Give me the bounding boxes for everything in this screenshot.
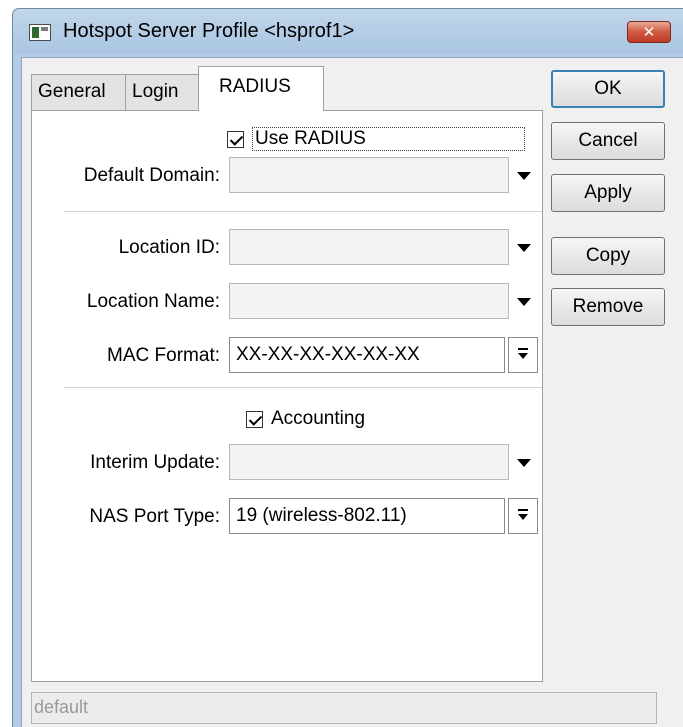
- default-domain-dropdown-icon[interactable]: [517, 172, 531, 180]
- accounting-label[interactable]: Accounting: [271, 408, 365, 430]
- status-text: default: [34, 697, 89, 717]
- remove-button[interactable]: Remove: [551, 288, 665, 326]
- separator-2: [64, 387, 542, 389]
- mac-format-dropdown-button[interactable]: [508, 337, 538, 373]
- hotspot-server-profile-window: Hotspot Server Profile <hsprof1> ✕ Gener…: [12, 8, 683, 727]
- close-icon: ✕: [642, 23, 656, 41]
- location-id-input[interactable]: [229, 229, 509, 265]
- mac-format-label: MAC Format:: [107, 345, 220, 366]
- location-name-dropdown-icon[interactable]: [517, 298, 531, 306]
- nas-port-type-label: NAS Port Type:: [89, 506, 220, 527]
- default-domain-input[interactable]: [229, 157, 509, 193]
- window-title: Hotspot Server Profile <hsprof1>: [63, 20, 355, 42]
- use-radius-label[interactable]: Use RADIUS: [252, 127, 525, 151]
- tab-general[interactable]: General: [31, 74, 126, 110]
- location-id-label: Location ID:: [118, 237, 220, 258]
- dialog-client-area: General Login RADIUS Use RADIUS Default …: [21, 57, 683, 727]
- copy-button[interactable]: Copy: [551, 237, 665, 275]
- tab-login[interactable]: Login: [125, 74, 199, 110]
- cancel-button[interactable]: Cancel: [551, 122, 665, 160]
- apply-button[interactable]: Apply: [551, 174, 665, 212]
- title-bar[interactable]: Hotspot Server Profile <hsprof1> ✕: [13, 9, 683, 57]
- separator-1: [64, 211, 542, 213]
- accounting-row: Accounting: [246, 408, 365, 430]
- nas-port-type-input[interactable]: 19 (wireless-802.11): [229, 498, 505, 534]
- location-id-dropdown-icon[interactable]: [517, 244, 531, 252]
- close-button[interactable]: ✕: [627, 21, 671, 43]
- ok-button[interactable]: OK: [551, 70, 665, 108]
- default-domain-label: Default Domain:: [83, 165, 220, 186]
- app-window-icon: [29, 24, 51, 41]
- use-radius-row: Use RADIUS: [227, 127, 525, 151]
- accounting-checkbox[interactable]: [246, 410, 263, 428]
- radius-tab-panel: Use RADIUS Default Domain: Location ID: …: [31, 110, 543, 682]
- location-name-input[interactable]: [229, 283, 509, 319]
- interim-update-label: Interim Update:: [90, 452, 220, 473]
- nas-port-type-dropdown-button[interactable]: [508, 498, 538, 534]
- mac-format-input[interactable]: XX-XX-XX-XX-XX-XX: [229, 337, 505, 373]
- use-radius-checkbox[interactable]: [227, 130, 244, 148]
- interim-update-input[interactable]: [229, 444, 509, 480]
- interim-update-dropdown-icon[interactable]: [517, 459, 531, 467]
- status-bar: default: [31, 692, 657, 724]
- tab-radius[interactable]: RADIUS: [198, 66, 324, 111]
- location-name-label: Location Name:: [86, 291, 220, 312]
